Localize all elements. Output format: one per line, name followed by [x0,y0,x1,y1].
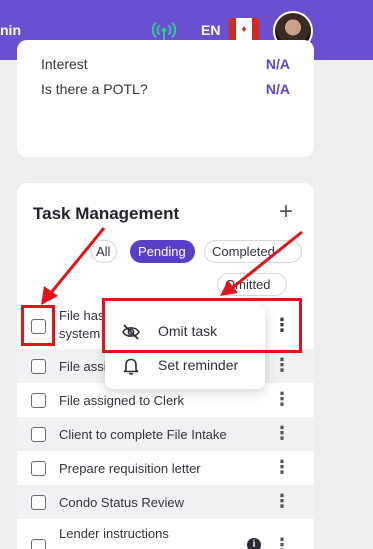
arrow-line-left [48,227,106,295]
annotation-arrows [41,227,303,305]
arrow-line-right [231,230,303,290]
arrow-head-right [220,280,238,296]
